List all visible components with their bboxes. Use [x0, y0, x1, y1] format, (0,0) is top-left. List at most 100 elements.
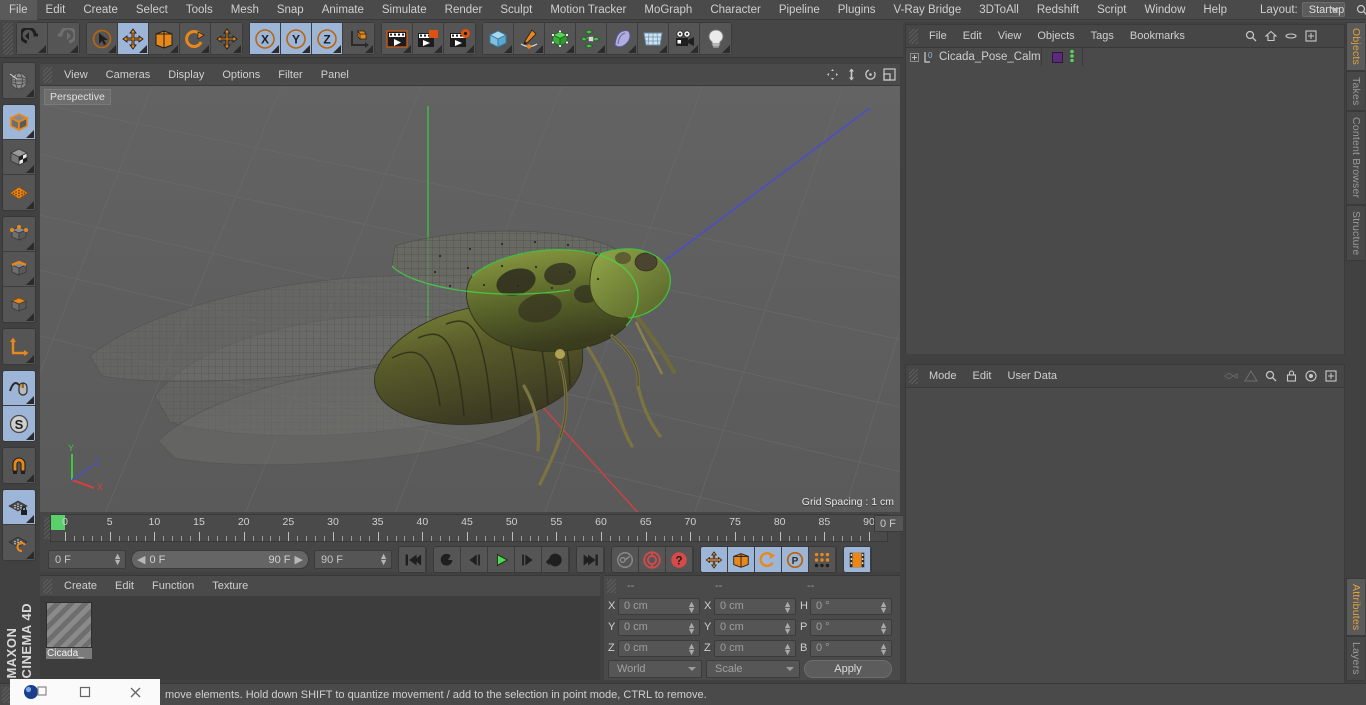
close-window-icon[interactable] [110, 686, 160, 699]
material-menu-function[interactable]: Function [143, 576, 203, 596]
popup-corner-icon[interactable] [26, 277, 34, 285]
popup-corner-icon[interactable] [233, 45, 241, 53]
make-editable-button[interactable] [3, 63, 35, 98]
menu-character[interactable]: Character [701, 0, 770, 20]
x-axis-lock[interactable]: X [250, 23, 281, 54]
menu-3dtoall[interactable]: 3DToAll [970, 0, 1028, 20]
attribute-menu-user-data[interactable]: User Data [1000, 365, 1066, 387]
apply-button[interactable]: Apply [804, 660, 892, 678]
add-cube-button[interactable] [483, 23, 514, 54]
popup-corner-icon[interactable] [26, 130, 34, 138]
triangle-icon[interactable] [1244, 368, 1258, 383]
menu-simulate[interactable]: Simulate [373, 0, 436, 20]
spinner-icon[interactable]: ▲▼ [879, 620, 888, 635]
rotation-key-button[interactable] [755, 547, 782, 572]
polygon-mode-button[interactable] [3, 287, 35, 322]
object-manager-grip[interactable] [909, 28, 918, 44]
preview-range-bar[interactable]: ◀ 0 F 90 F ▶ [131, 550, 309, 569]
attribute-content-area[interactable] [906, 387, 1344, 703]
param-key-button[interactable]: P [782, 547, 809, 572]
green-dots-icon[interactable] [1069, 49, 1075, 65]
add-deformer-button[interactable] [607, 23, 638, 54]
position-key-button[interactable] [701, 547, 728, 572]
spinner-icon[interactable]: ▲▼ [687, 641, 696, 656]
object-menu-bookmarks[interactable]: Bookmarks [1122, 25, 1193, 47]
menu-create[interactable]: Create [74, 0, 127, 20]
menu-script[interactable]: Script [1088, 0, 1135, 20]
object-menu-view[interactable]: View [990, 25, 1030, 47]
menu-render[interactable]: Render [436, 0, 492, 20]
popup-corner-icon[interactable] [38, 45, 46, 53]
render-settings-button[interactable] [444, 23, 475, 54]
frame-start-field[interactable]: 0 F ▲ ▼ [48, 550, 126, 569]
status-grip[interactable] [2, 686, 10, 703]
search-icon[interactable] [1264, 368, 1278, 383]
maximize-window-icon[interactable] [60, 686, 110, 698]
attribute-menu-mode[interactable]: Mode [921, 365, 965, 387]
move-tool[interactable] [118, 23, 149, 54]
viewport-grip[interactable] [43, 66, 52, 83]
reflect-icon[interactable] [1224, 368, 1238, 383]
material-list[interactable]: Cicada_ [40, 596, 600, 680]
go-to-start-button[interactable] [399, 547, 426, 572]
tab-layers[interactable]: Layers [1346, 636, 1365, 681]
zoom-icon[interactable] [844, 67, 858, 82]
rotate-tool[interactable] [180, 23, 211, 54]
attribute-manager-grip[interactable] [909, 368, 918, 384]
menu-edit[interactable]: Edit [37, 0, 75, 20]
object-menu-tags[interactable]: Tags [1083, 25, 1122, 47]
tab-objects[interactable]: Objects [1346, 22, 1365, 71]
viewport-solo-button[interactable] [3, 371, 35, 406]
popup-corner-icon[interactable] [434, 45, 442, 53]
material-item[interactable]: Cicada_ [46, 602, 92, 659]
enable-axis-button[interactable] [3, 329, 35, 364]
add-light-button[interactable] [700, 23, 731, 54]
snap-button[interactable] [3, 448, 35, 483]
size-y-field[interactable]: 0 cm ▲ ▼ [714, 618, 796, 636]
material-menu-edit[interactable]: Edit [106, 576, 143, 596]
menu-select[interactable]: Select [127, 0, 177, 20]
edge-mode-button[interactable] [3, 252, 35, 287]
transform-mode-dropdown[interactable]: Scale [706, 660, 800, 678]
add-camera-button[interactable] [669, 23, 700, 54]
menu-motion-tracker[interactable]: Motion Tracker [541, 0, 635, 20]
popup-corner-icon[interactable] [108, 45, 116, 53]
previous-frame-button[interactable] [461, 547, 488, 572]
tab-structure[interactable]: Structure [1346, 204, 1365, 262]
menu-tools[interactable]: Tools [177, 0, 222, 20]
scale-tool[interactable] [149, 23, 180, 54]
popup-corner-icon[interactable] [403, 45, 411, 53]
rotation-p-field[interactable]: 0 ° ▲ ▼ [810, 618, 892, 636]
play-button[interactable] [488, 547, 515, 572]
popup-corner-icon[interactable] [302, 45, 310, 53]
popup-corner-icon[interactable] [333, 45, 341, 53]
popup-corner-icon[interactable] [26, 201, 34, 209]
viewport-menu-display[interactable]: Display [159, 64, 213, 86]
timeline-ruler[interactable]: 0 5 10 15 20 25 30 35 40 45 50 55 60 65 70 75 80 85 90 [50, 514, 888, 542]
position-z-field[interactable]: 0 cm ▲ ▼ [618, 639, 700, 657]
rotation-b-field[interactable]: 0 ° ▲ ▼ [810, 639, 892, 657]
popup-corner-icon[interactable] [170, 45, 178, 53]
popup-corner-icon[interactable] [628, 45, 636, 53]
position-x-field[interactable]: 0 cm ▲ ▼ [618, 597, 700, 615]
size-x-field[interactable]: 0 cm ▲ ▼ [714, 597, 796, 615]
menu-sculpt[interactable]: Sculpt [491, 0, 541, 20]
popup-corner-icon[interactable] [535, 45, 543, 53]
soft-selection-button[interactable]: S [3, 406, 35, 441]
viewport-menu-view[interactable]: View [55, 64, 97, 86]
popup-corner-icon[interactable] [26, 474, 34, 482]
live-selection-tool[interactable] [87, 23, 118, 54]
rotation-h-field[interactable]: 0 ° ▲ ▼ [810, 597, 892, 615]
texture-mode-button[interactable] [3, 140, 35, 175]
material-preview-swatch[interactable] [46, 602, 92, 648]
world-object-coord-toggle[interactable] [343, 23, 374, 54]
popup-corner-icon[interactable] [26, 515, 34, 523]
coordinates-grip[interactable] [607, 579, 616, 593]
popup-corner-icon[interactable] [26, 355, 34, 363]
menu-pipeline[interactable]: Pipeline [770, 0, 829, 20]
spinner-icon[interactable]: ▲▼ [783, 641, 792, 656]
c4d-sphere-icon[interactable] [10, 684, 60, 700]
scale-key-button[interactable] [728, 547, 755, 572]
viewport-menu-filter[interactable]: Filter [269, 64, 311, 86]
lock-icon[interactable] [1284, 368, 1298, 383]
